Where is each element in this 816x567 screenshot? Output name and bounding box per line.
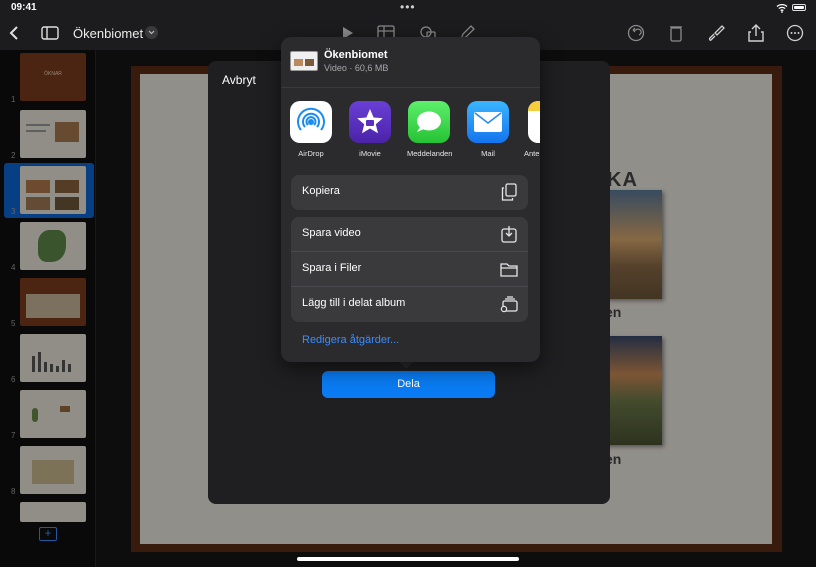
share-button[interactable]: Dela	[322, 371, 495, 398]
chevron-left-icon[interactable]	[4, 23, 24, 43]
app-mail[interactable]: Mail	[466, 101, 510, 158]
undo-icon[interactable]	[626, 23, 646, 43]
app-notes[interactable]: Ante	[519, 101, 540, 158]
battery-icon	[792, 4, 806, 11]
folder-icon	[500, 263, 518, 277]
action-save-to-files[interactable]: Spara i Filer	[291, 252, 528, 287]
shared-album-icon	[500, 296, 518, 313]
airdrop-icon	[290, 101, 332, 143]
app-label: AirDrop	[298, 149, 324, 158]
more-icon[interactable]	[785, 23, 805, 43]
action-label: Spara video	[302, 227, 361, 239]
sidebar-icon[interactable]	[40, 23, 60, 43]
action-group-save: Spara video Spara i Filer Lägg till i de…	[291, 217, 528, 322]
imovie-icon	[349, 101, 391, 143]
app-messages[interactable]: Meddelanden	[407, 101, 453, 158]
app-label: Meddelanden	[407, 149, 453, 158]
action-label: Spara i Filer	[302, 262, 362, 274]
save-download-icon	[501, 226, 517, 243]
brush-icon[interactable]	[706, 23, 726, 43]
action-copy[interactable]: Kopiera	[291, 175, 528, 210]
status-bar: 09:41 •••	[0, 0, 816, 16]
mail-icon	[467, 101, 509, 143]
share-title: Ökenbiomet	[324, 49, 388, 61]
action-add-to-shared-album[interactable]: Lägg till i delat album	[291, 287, 528, 322]
messages-icon	[408, 101, 450, 143]
edit-actions-link[interactable]: Redigera åtgärder...	[302, 334, 399, 346]
wifi-icon	[776, 4, 788, 13]
share-header: Ökenbiomet Video · 60,6 MB	[281, 37, 540, 87]
app-label: Ante	[524, 149, 540, 158]
action-label: Kopiera	[302, 185, 340, 197]
app-label: iMovie	[359, 149, 381, 158]
document-title[interactable]: Ökenbiomet	[73, 26, 143, 41]
app-imovie[interactable]: iMovie	[348, 101, 392, 158]
home-indicator[interactable]	[297, 557, 519, 561]
cancel-button[interactable]: Avbryt	[222, 73, 256, 87]
share-icon[interactable]	[746, 23, 766, 43]
app-airdrop[interactable]: AirDrop	[289, 101, 333, 158]
popover-arrow	[398, 361, 414, 369]
action-save-video[interactable]: Spara video	[291, 217, 528, 252]
share-popover: Ökenbiomet Video · 60,6 MB AirDrop iMovi…	[281, 37, 540, 362]
app-label: Mail	[481, 149, 495, 158]
multitasking-dots-icon[interactable]: •••	[400, 0, 416, 14]
action-label: Lägg till i delat album	[302, 297, 406, 309]
divider	[281, 87, 540, 88]
action-group-copy: Kopiera	[291, 175, 528, 210]
chevron-down-icon[interactable]	[145, 26, 158, 39]
copy-icon	[501, 183, 517, 201]
status-time: 09:41	[11, 2, 37, 13]
trash-icon[interactable]	[666, 23, 686, 43]
share-subtitle: Video · 60,6 MB	[324, 63, 389, 73]
video-thumbnail	[290, 51, 318, 71]
notes-icon	[528, 101, 540, 143]
